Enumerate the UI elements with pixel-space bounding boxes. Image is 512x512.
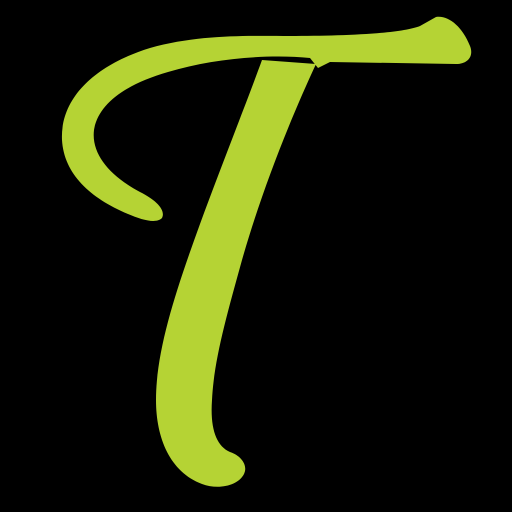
logo-canvas (0, 0, 512, 512)
t-stem (156, 60, 316, 487)
script-t-logo (61, 16, 472, 487)
